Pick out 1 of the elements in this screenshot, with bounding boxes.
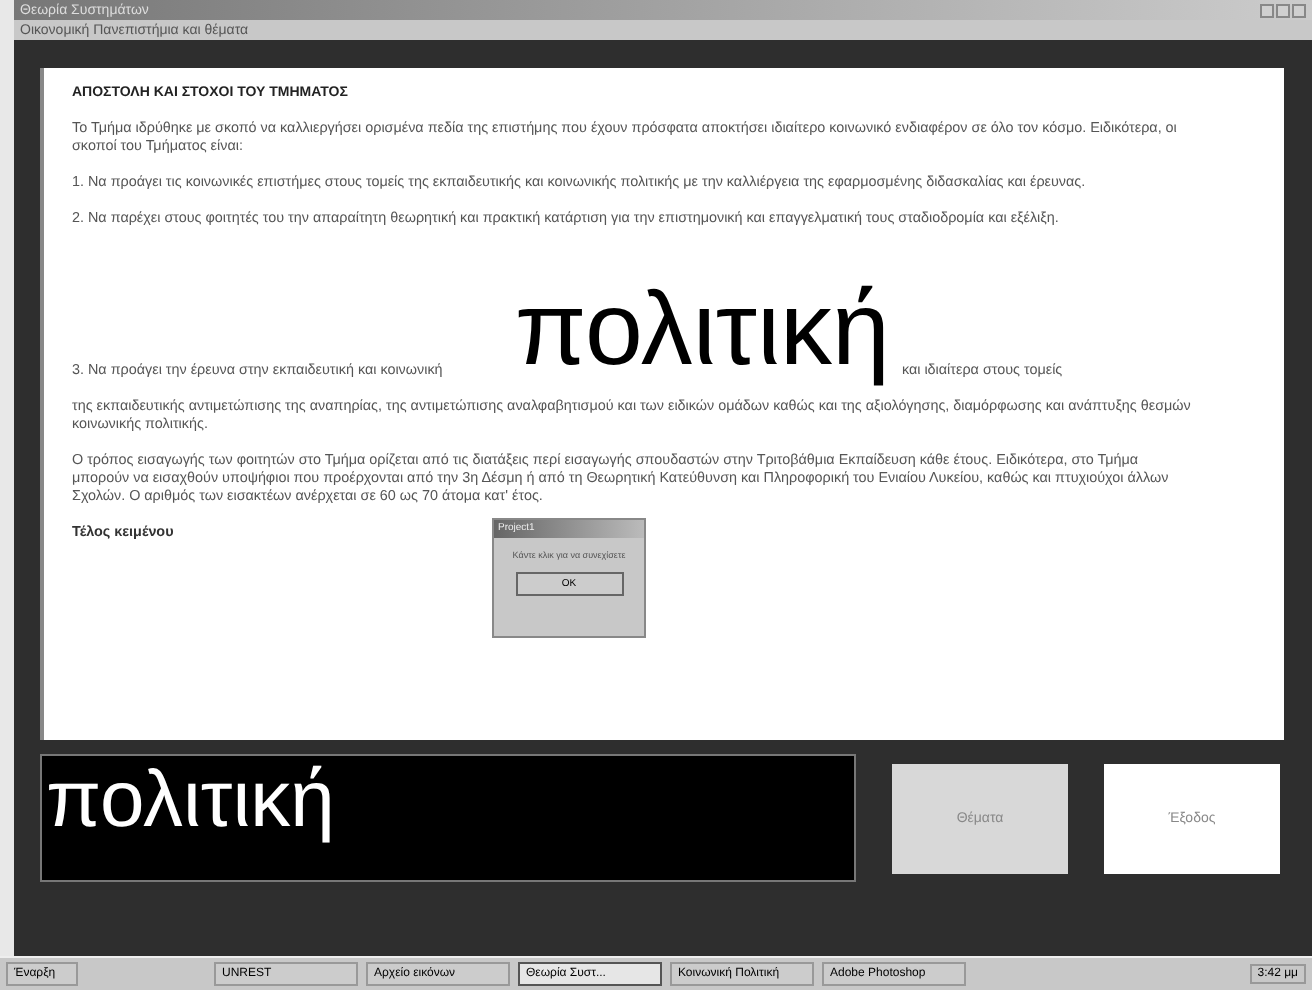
word-display: πολιτική <box>40 754 856 882</box>
